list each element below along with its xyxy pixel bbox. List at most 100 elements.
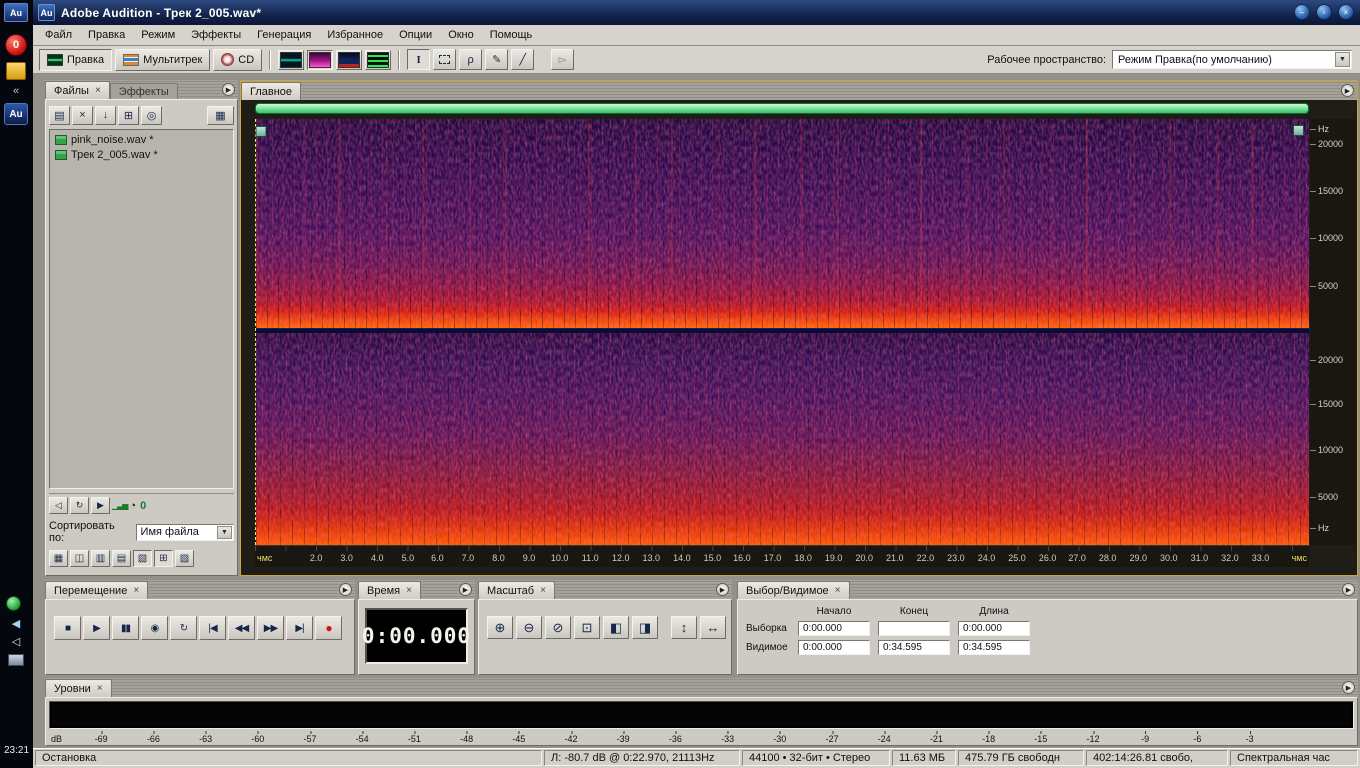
tab-close-icon[interactable]: × (133, 585, 139, 596)
view-length-field[interactable]: 0:34.595 (958, 640, 1030, 655)
tray-chip-icon[interactable] (8, 654, 24, 666)
insert-cd-button[interactable]: ◎ (141, 106, 162, 125)
mute-preview-button[interactable]: ◁ (49, 497, 68, 514)
maximize-button[interactable]: ▫ (1316, 4, 1332, 20)
tab-close-icon[interactable]: × (835, 585, 841, 596)
tab-close-icon[interactable]: × (406, 585, 412, 596)
title-bar[interactable]: Au Adobe Audition - Трек 2_005.wav* – ▫ … (33, 0, 1360, 25)
zoom-out-horizontal-button[interactable]: ⊖ (516, 616, 542, 639)
spot-healing-tool[interactable]: ╱ (511, 49, 534, 70)
zoom-panel-menu-button[interactable]: ▶ (716, 583, 729, 596)
media-filter-button[interactable]: ▦ (207, 106, 234, 125)
file-list[interactable]: pink_noise.wav * Трек 2_005.wav * (49, 129, 234, 489)
tab-close-icon[interactable]: × (95, 85, 101, 96)
play-looped-button[interactable]: ↻ (170, 616, 197, 640)
cd-view-button[interactable]: CD (213, 49, 262, 71)
menu-file[interactable]: Файл (37, 27, 80, 43)
waveform-display-button[interactable] (278, 50, 304, 70)
pause-button[interactable]: ▮▮ (112, 616, 139, 640)
mute-tray-icon[interactable]: ◁ (4, 634, 28, 648)
tab-close-icon[interactable]: × (540, 585, 546, 596)
frequency-ruler[interactable]: Hz 20000 15000 10000 5000 20000 15000 10… (1310, 119, 1356, 545)
files-toggle-2[interactable]: ◫ (70, 550, 89, 567)
selection-end-field[interactable] (878, 621, 950, 636)
menu-view[interactable]: Режим (133, 27, 183, 43)
spectral-phase-display-button[interactable] (365, 50, 391, 70)
level-meter[interactable] (49, 701, 1354, 729)
go-to-end-button[interactable]: ▶| (286, 616, 313, 640)
tab-effects[interactable]: Эффекты (110, 83, 178, 99)
preview-clock-icon[interactable]: ◔ (129, 500, 136, 512)
time-selection-tool[interactable]: I (407, 49, 430, 70)
files-toggle-7[interactable]: ▨ (175, 550, 194, 567)
extract-audio-button[interactable]: ↓ (95, 106, 116, 125)
dropdown-arrow-icon[interactable]: ▼ (1335, 52, 1350, 67)
recorder-tray-icon[interactable]: 0 (5, 34, 27, 56)
workspace-dropdown[interactable]: Режим Правка(по умолчанию) ▼ (1112, 50, 1352, 69)
dropdown-arrow-icon[interactable]: ▼ (217, 526, 232, 539)
status-tray-icon[interactable] (6, 596, 21, 611)
minimize-button[interactable]: – (1294, 4, 1310, 20)
view-start-field[interactable]: 0:00.000 (798, 640, 870, 655)
audition-taskbar-button[interactable]: Au (4, 103, 28, 125)
taskbar-app-icon[interactable]: Au (4, 3, 28, 22)
volume-tray-icon[interactable]: ◀ (4, 616, 28, 630)
files-toggle-1[interactable]: ▦ (49, 550, 68, 567)
record-button[interactable]: ● (315, 616, 342, 640)
transport-panel-menu-button[interactable]: ▶ (339, 583, 352, 596)
menu-window[interactable]: Окно (440, 27, 482, 43)
import-file-button[interactable]: ▤ (49, 106, 70, 125)
zoom-out-vertical-button[interactable]: ↔ (700, 616, 726, 639)
close-button[interactable]: × (1338, 4, 1354, 20)
edit-view-button[interactable]: Правка (39, 49, 112, 71)
tab-time[interactable]: Время × (358, 581, 421, 599)
zoom-navigator-bar[interactable] (255, 103, 1309, 114)
view-end-field[interactable]: 0:34.595 (878, 640, 950, 655)
go-to-beginning-button[interactable]: |◀ (199, 616, 226, 640)
folder-tray-icon[interactable] (6, 62, 26, 80)
tab-transport[interactable]: Перемещение × (45, 581, 148, 599)
spectral-handle-right[interactable] (1293, 125, 1304, 136)
selection-start-field[interactable]: 0:00.000 (798, 621, 870, 636)
stop-button[interactable]: ■ (54, 616, 81, 640)
tab-zoom[interactable]: Масштаб × (478, 581, 555, 599)
fast-forward-button[interactable]: ▶▶ (257, 616, 284, 640)
spectrogram-right-channel[interactable] (256, 333, 1309, 545)
zoom-in-vertical-button[interactable]: ↕ (671, 616, 697, 639)
menu-effects[interactable]: Эффекты (183, 27, 249, 43)
insert-multitrack-button[interactable]: ⊞ (118, 106, 139, 125)
tab-files[interactable]: Файлы × (45, 81, 110, 99)
time-display[interactable]: 0:00.000 (365, 608, 468, 664)
zoom-in-horizontal-button[interactable]: ⊕ (487, 616, 513, 639)
spectral-frequency-display-button[interactable] (307, 50, 333, 70)
rewind-button[interactable]: ◀◀ (228, 616, 255, 640)
play-preview-button[interactable]: ▶ (91, 497, 110, 514)
multitrack-view-button[interactable]: Мультитрек (115, 49, 210, 71)
selection-length-field[interactable]: 0:00.000 (958, 621, 1030, 636)
close-file-button[interactable]: × (72, 106, 93, 125)
effects-paintbrush-tool[interactable]: ✎ (485, 49, 508, 70)
spectrogram-left-channel[interactable] (256, 119, 1309, 328)
zoom-full-button[interactable]: ⊘ (545, 616, 571, 639)
menu-edit[interactable]: Правка (80, 27, 133, 43)
play-button[interactable]: ▶ (83, 616, 110, 640)
zoom-to-selection-button[interactable]: ⊡ (574, 616, 600, 639)
timeline-ruler[interactable]: чмс 2.0 3.0 4.0 5.0 6.0 7.0 8.0 9.0 10.0… (255, 545, 1309, 567)
play-from-cursor-button[interactable]: ◉ (141, 616, 168, 640)
main-panel-menu-button[interactable]: ▶ (1341, 84, 1354, 97)
files-toggle-5[interactable]: ▧ (133, 550, 152, 567)
collapse-chevron-icon[interactable]: « (4, 84, 28, 98)
levels-panel-menu-button[interactable]: ▶ (1342, 681, 1355, 694)
menu-options[interactable]: Опции (391, 27, 440, 43)
tab-selection[interactable]: Выбор/Видимое × (737, 581, 850, 599)
zoom-left-edge-button[interactable]: ◧ (603, 616, 629, 639)
files-toggle-4[interactable]: ▤ (112, 550, 131, 567)
files-panel-menu-button[interactable]: ▶ (222, 83, 235, 96)
spectrogram[interactable] (255, 119, 1309, 545)
list-item[interactable]: Трек 2_005.wav * (52, 147, 231, 162)
menu-help[interactable]: Помощь (482, 27, 541, 43)
tab-levels[interactable]: Уровни × (45, 679, 112, 697)
menu-favorites[interactable]: Избранное (319, 27, 391, 43)
menu-generate[interactable]: Генерация (249, 27, 319, 43)
spectral-pan-display-button[interactable] (336, 50, 362, 70)
